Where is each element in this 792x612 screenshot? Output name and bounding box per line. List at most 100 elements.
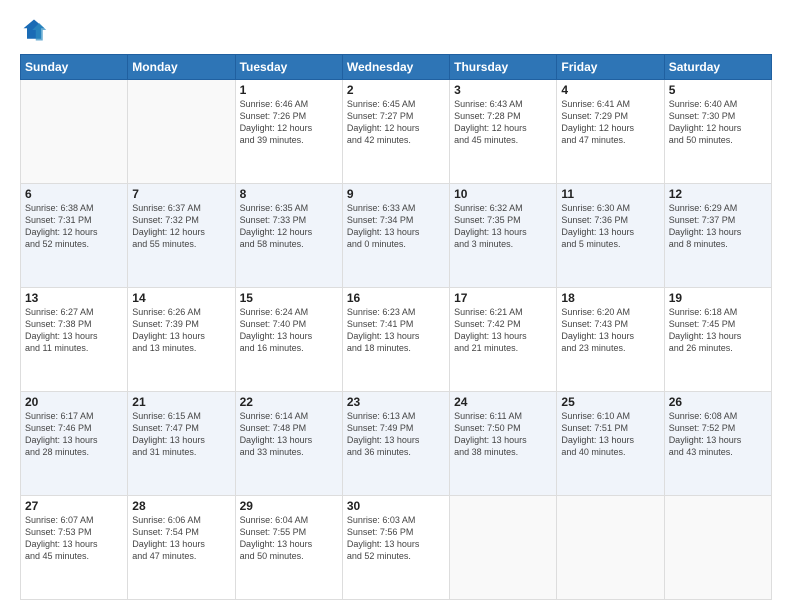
day-info: Sunrise: 6:14 AM Sunset: 7:48 PM Dayligh… [240,410,338,459]
calendar-cell: 3Sunrise: 6:43 AM Sunset: 7:28 PM Daylig… [450,80,557,184]
day-number: 2 [347,83,445,97]
calendar-cell [557,496,664,600]
logo [20,16,52,44]
day-info: Sunrise: 6:40 AM Sunset: 7:30 PM Dayligh… [669,98,767,147]
day-number: 14 [132,291,230,305]
calendar-cell: 9Sunrise: 6:33 AM Sunset: 7:34 PM Daylig… [342,184,449,288]
day-info: Sunrise: 6:18 AM Sunset: 7:45 PM Dayligh… [669,306,767,355]
calendar-cell: 7Sunrise: 6:37 AM Sunset: 7:32 PM Daylig… [128,184,235,288]
day-info: Sunrise: 6:23 AM Sunset: 7:41 PM Dayligh… [347,306,445,355]
day-number: 17 [454,291,552,305]
day-number: 9 [347,187,445,201]
day-info: Sunrise: 6:45 AM Sunset: 7:27 PM Dayligh… [347,98,445,147]
calendar-cell: 6Sunrise: 6:38 AM Sunset: 7:31 PM Daylig… [21,184,128,288]
header [20,16,772,44]
day-number: 25 [561,395,659,409]
day-info: Sunrise: 6:30 AM Sunset: 7:36 PM Dayligh… [561,202,659,251]
day-info: Sunrise: 6:38 AM Sunset: 7:31 PM Dayligh… [25,202,123,251]
weekday-header-tuesday: Tuesday [235,55,342,80]
calendar-cell: 22Sunrise: 6:14 AM Sunset: 7:48 PM Dayli… [235,392,342,496]
day-number: 4 [561,83,659,97]
calendar-cell: 20Sunrise: 6:17 AM Sunset: 7:46 PM Dayli… [21,392,128,496]
calendar-cell [128,80,235,184]
calendar-cell: 5Sunrise: 6:40 AM Sunset: 7:30 PM Daylig… [664,80,771,184]
day-info: Sunrise: 6:07 AM Sunset: 7:53 PM Dayligh… [25,514,123,563]
day-number: 8 [240,187,338,201]
week-row-3: 13Sunrise: 6:27 AM Sunset: 7:38 PM Dayli… [21,288,772,392]
calendar-cell: 15Sunrise: 6:24 AM Sunset: 7:40 PM Dayli… [235,288,342,392]
calendar-cell: 27Sunrise: 6:07 AM Sunset: 7:53 PM Dayli… [21,496,128,600]
day-info: Sunrise: 6:03 AM Sunset: 7:56 PM Dayligh… [347,514,445,563]
day-info: Sunrise: 6:37 AM Sunset: 7:32 PM Dayligh… [132,202,230,251]
day-info: Sunrise: 6:43 AM Sunset: 7:28 PM Dayligh… [454,98,552,147]
calendar-cell: 12Sunrise: 6:29 AM Sunset: 7:37 PM Dayli… [664,184,771,288]
weekday-header-row: SundayMondayTuesdayWednesdayThursdayFrid… [21,55,772,80]
day-info: Sunrise: 6:11 AM Sunset: 7:50 PM Dayligh… [454,410,552,459]
day-number: 12 [669,187,767,201]
calendar-cell: 8Sunrise: 6:35 AM Sunset: 7:33 PM Daylig… [235,184,342,288]
day-number: 10 [454,187,552,201]
day-info: Sunrise: 6:13 AM Sunset: 7:49 PM Dayligh… [347,410,445,459]
day-info: Sunrise: 6:24 AM Sunset: 7:40 PM Dayligh… [240,306,338,355]
day-number: 28 [132,499,230,513]
calendar-cell: 11Sunrise: 6:30 AM Sunset: 7:36 PM Dayli… [557,184,664,288]
day-number: 20 [25,395,123,409]
day-info: Sunrise: 6:21 AM Sunset: 7:42 PM Dayligh… [454,306,552,355]
weekday-header-wednesday: Wednesday [342,55,449,80]
calendar-cell: 23Sunrise: 6:13 AM Sunset: 7:49 PM Dayli… [342,392,449,496]
week-row-2: 6Sunrise: 6:38 AM Sunset: 7:31 PM Daylig… [21,184,772,288]
day-number: 18 [561,291,659,305]
day-info: Sunrise: 6:41 AM Sunset: 7:29 PM Dayligh… [561,98,659,147]
weekday-header-sunday: Sunday [21,55,128,80]
calendar-cell: 19Sunrise: 6:18 AM Sunset: 7:45 PM Dayli… [664,288,771,392]
day-number: 5 [669,83,767,97]
day-number: 29 [240,499,338,513]
day-info: Sunrise: 6:17 AM Sunset: 7:46 PM Dayligh… [25,410,123,459]
calendar-cell: 14Sunrise: 6:26 AM Sunset: 7:39 PM Dayli… [128,288,235,392]
day-info: Sunrise: 6:35 AM Sunset: 7:33 PM Dayligh… [240,202,338,251]
day-number: 26 [669,395,767,409]
calendar-cell: 24Sunrise: 6:11 AM Sunset: 7:50 PM Dayli… [450,392,557,496]
calendar-cell: 16Sunrise: 6:23 AM Sunset: 7:41 PM Dayli… [342,288,449,392]
calendar-cell: 25Sunrise: 6:10 AM Sunset: 7:51 PM Dayli… [557,392,664,496]
day-number: 3 [454,83,552,97]
day-info: Sunrise: 6:20 AM Sunset: 7:43 PM Dayligh… [561,306,659,355]
calendar-cell: 2Sunrise: 6:45 AM Sunset: 7:27 PM Daylig… [342,80,449,184]
day-info: Sunrise: 6:08 AM Sunset: 7:52 PM Dayligh… [669,410,767,459]
day-number: 23 [347,395,445,409]
calendar-cell: 26Sunrise: 6:08 AM Sunset: 7:52 PM Dayli… [664,392,771,496]
day-number: 24 [454,395,552,409]
calendar-cell: 29Sunrise: 6:04 AM Sunset: 7:55 PM Dayli… [235,496,342,600]
day-number: 1 [240,83,338,97]
day-number: 16 [347,291,445,305]
calendar-cell: 17Sunrise: 6:21 AM Sunset: 7:42 PM Dayli… [450,288,557,392]
day-info: Sunrise: 6:27 AM Sunset: 7:38 PM Dayligh… [25,306,123,355]
calendar-cell: 28Sunrise: 6:06 AM Sunset: 7:54 PM Dayli… [128,496,235,600]
weekday-header-friday: Friday [557,55,664,80]
calendar: SundayMondayTuesdayWednesdayThursdayFrid… [20,54,772,600]
calendar-cell [450,496,557,600]
day-info: Sunrise: 6:32 AM Sunset: 7:35 PM Dayligh… [454,202,552,251]
calendar-cell: 10Sunrise: 6:32 AM Sunset: 7:35 PM Dayli… [450,184,557,288]
day-number: 13 [25,291,123,305]
day-number: 21 [132,395,230,409]
calendar-cell: 18Sunrise: 6:20 AM Sunset: 7:43 PM Dayli… [557,288,664,392]
day-info: Sunrise: 6:29 AM Sunset: 7:37 PM Dayligh… [669,202,767,251]
week-row-4: 20Sunrise: 6:17 AM Sunset: 7:46 PM Dayli… [21,392,772,496]
day-number: 30 [347,499,445,513]
page: SundayMondayTuesdayWednesdayThursdayFrid… [0,0,792,612]
week-row-1: 1Sunrise: 6:46 AM Sunset: 7:26 PM Daylig… [21,80,772,184]
day-number: 7 [132,187,230,201]
day-number: 19 [669,291,767,305]
day-number: 6 [25,187,123,201]
day-info: Sunrise: 6:26 AM Sunset: 7:39 PM Dayligh… [132,306,230,355]
weekday-header-monday: Monday [128,55,235,80]
day-number: 22 [240,395,338,409]
weekday-header-thursday: Thursday [450,55,557,80]
day-info: Sunrise: 6:04 AM Sunset: 7:55 PM Dayligh… [240,514,338,563]
day-info: Sunrise: 6:15 AM Sunset: 7:47 PM Dayligh… [132,410,230,459]
day-number: 15 [240,291,338,305]
week-row-5: 27Sunrise: 6:07 AM Sunset: 7:53 PM Dayli… [21,496,772,600]
calendar-cell: 13Sunrise: 6:27 AM Sunset: 7:38 PM Dayli… [21,288,128,392]
day-number: 27 [25,499,123,513]
